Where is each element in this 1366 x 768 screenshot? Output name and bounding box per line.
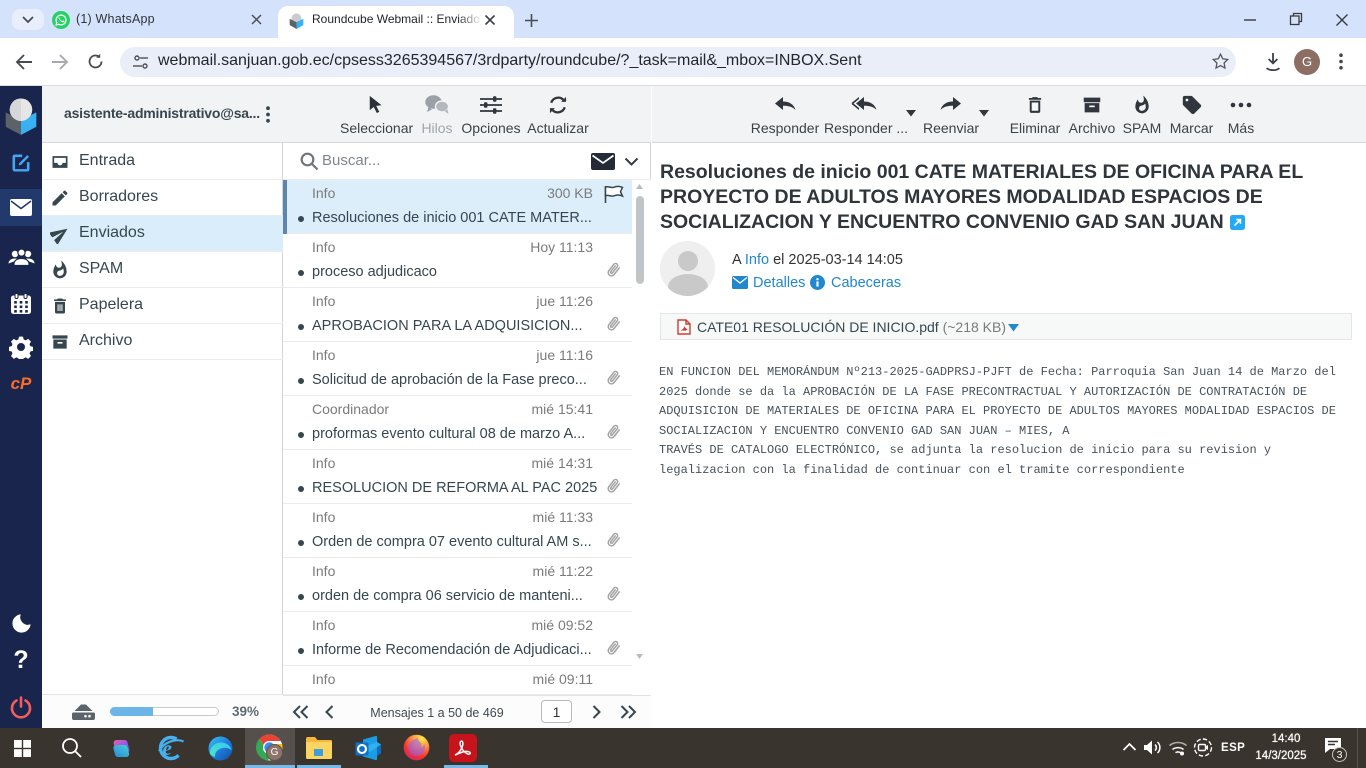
svg-text:e: e	[163, 736, 172, 760]
